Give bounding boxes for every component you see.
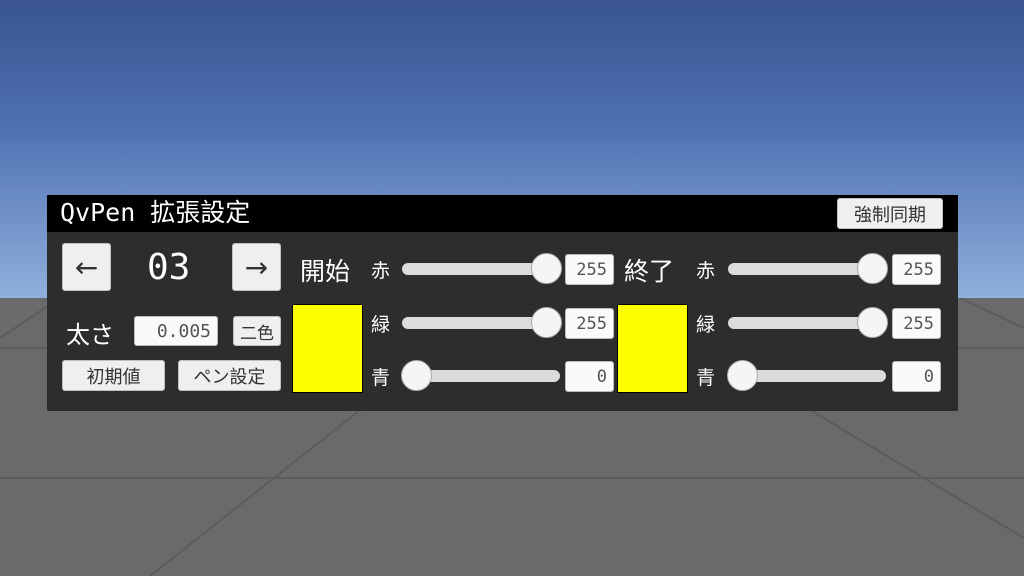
start-color-swatch [292,304,363,393]
end-green-value[interactable]: 255 [892,308,941,339]
start-red-label: 赤 [371,260,391,282]
start-green-slider[interactable] [402,307,562,338]
end-color-swatch [617,304,688,393]
pen-settings-button[interactable]: ペン設定 [178,360,281,391]
next-pen-button[interactable]: → [232,243,281,291]
end-blue-value[interactable]: 0 [892,361,941,392]
start-green-value[interactable]: 255 [565,308,614,339]
start-red-slider-handle[interactable] [531,253,562,284]
end-red-label: 赤 [696,260,716,282]
force-sync-button[interactable]: 強制同期 [837,198,943,229]
start-green-label: 緑 [371,314,391,336]
title-bar: QvPen 拡張設定 強制同期 [47,195,958,232]
start-green-slider-handle[interactable] [531,307,562,338]
end-blue-label: 青 [696,367,716,389]
start-color-label: 開始 [300,257,351,286]
pen-settings-panel: QvPen 拡張設定 強制同期 ← 03 → 太さ 0.005 二色 初期値 ペ… [47,195,958,411]
start-blue-label: 青 [371,367,391,389]
start-red-value[interactable]: 255 [565,254,614,285]
width-label: 太さ [66,321,114,349]
end-red-value[interactable]: 255 [892,254,941,285]
reset-button[interactable]: 初期値 [62,360,165,391]
end-blue-slider-handle[interactable] [727,360,758,391]
end-color-label: 終了 [624,257,675,286]
start-blue-value[interactable]: 0 [565,361,614,392]
prev-pen-button[interactable]: ← [62,243,111,291]
start-blue-slider-handle[interactable] [401,360,432,391]
two-color-button[interactable]: 二色 [233,316,281,346]
width-input[interactable]: 0.005 [134,316,218,346]
start-red-slider[interactable] [402,253,562,284]
end-green-slider-handle[interactable] [857,307,888,338]
end-red-slider[interactable] [728,253,888,284]
end-blue-slider[interactable] [727,360,886,391]
end-green-label: 緑 [696,314,716,336]
pen-index: 03 [147,247,191,288]
end-red-slider-handle[interactable] [857,253,888,284]
panel-title: QvPen 拡張設定 [60,198,251,227]
start-blue-slider[interactable] [401,360,560,391]
arrow-left-icon: ← [74,250,99,284]
arrow-right-icon: → [244,250,269,284]
end-green-slider[interactable] [728,307,888,338]
